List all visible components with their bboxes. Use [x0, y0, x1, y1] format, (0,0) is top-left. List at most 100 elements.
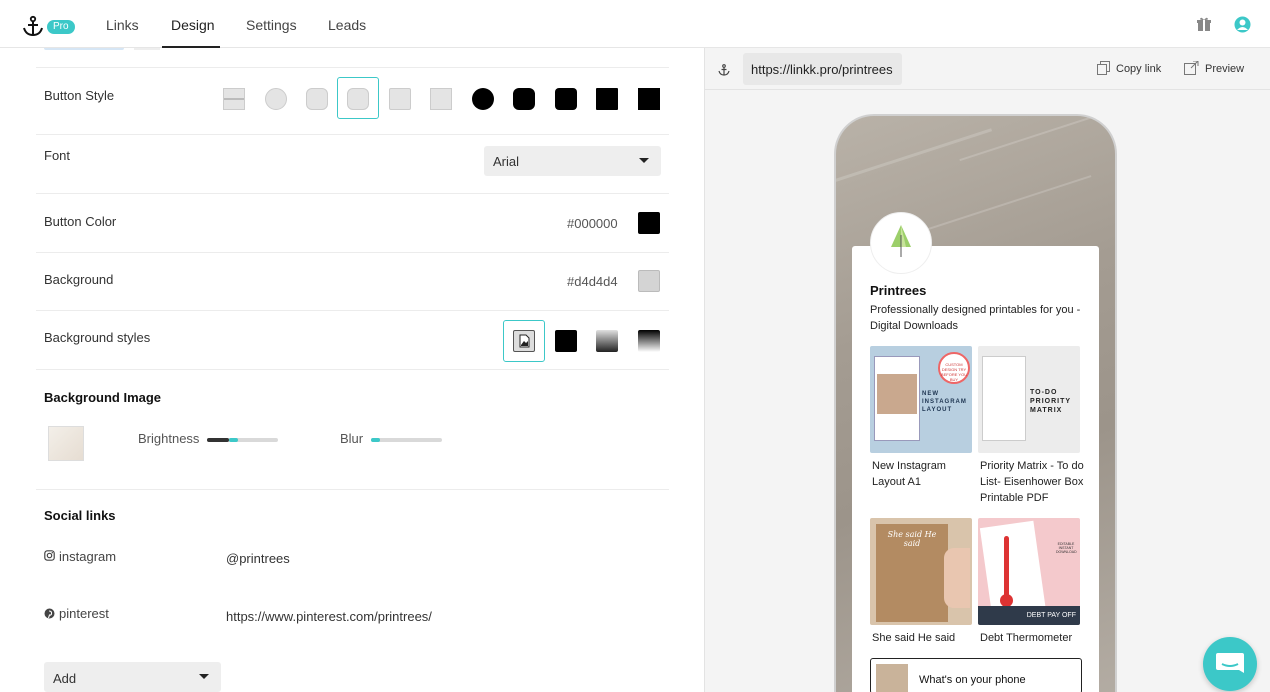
scrolled-control-stub — [134, 48, 160, 50]
product-image-debt-thermometer[interactable]: EDITABLE INSTANT DOWNLOAD DEBT PAY OFF — [978, 518, 1080, 625]
tab-design[interactable]: Design — [171, 17, 215, 33]
background-style-image[interactable] — [513, 330, 535, 352]
background-color-swatch[interactable] — [638, 270, 660, 292]
divider — [36, 369, 669, 370]
preview-panel: https://linkk.pro/printrees Copy link Pr… — [704, 48, 1270, 692]
button-color-swatch[interactable] — [638, 212, 660, 234]
button-style-square-light[interactable] — [389, 88, 411, 110]
social-network-label: instagram — [59, 549, 117, 564]
brightness-slider[interactable] — [207, 438, 278, 442]
button-style-square-dark[interactable] — [596, 88, 618, 110]
link-button-whats-on-your-phone[interactable]: What's on your phone — [870, 658, 1082, 692]
tab-leads[interactable]: Leads — [328, 17, 366, 33]
button-style-square-dark-2[interactable] — [638, 88, 660, 110]
product-image-she-said[interactable]: She said He said — [870, 518, 972, 625]
thermometer-sheet — [979, 520, 1047, 620]
instagram-handle-field[interactable]: @printrees — [226, 551, 290, 566]
pinterest-url-field[interactable]: https://www.pinterest.com/printrees/ — [226, 609, 432, 624]
external-link-icon — [1184, 61, 1199, 75]
background-image-title: Background Image — [44, 390, 162, 405]
product-badge: EDITABLE INSTANT DOWNLOAD — [1056, 542, 1077, 554]
scrolled-control-stub — [44, 48, 124, 50]
profile-avatar — [870, 212, 932, 274]
profile-name: Printrees — [870, 283, 927, 298]
copy-link-button[interactable]: Copy link — [1116, 63, 1161, 75]
button-style-rounded-light-selected[interactable] — [347, 88, 369, 110]
tree-logo-icon — [891, 225, 911, 257]
button-color-hex[interactable]: #000000 — [567, 216, 618, 231]
product-title[interactable]: She said He said — [872, 630, 976, 646]
product-image-instagram-layout[interactable]: CUSTOM DESIGN TRY BEFORE YOU BUY NEW INS… — [870, 346, 972, 453]
preview-button[interactable]: Preview — [1205, 63, 1244, 75]
instagram-icon — [44, 550, 55, 561]
background-style-gradient-light[interactable] — [596, 330, 618, 352]
anchor-logo-icon[interactable] — [22, 15, 44, 37]
profile-description: Professionally designed printables for y… — [870, 304, 1081, 332]
anchor-icon — [718, 64, 730, 76]
font-select-value: Arial — [493, 154, 520, 169]
button-style-circle-light[interactable] — [265, 88, 287, 110]
background-style-solid[interactable] — [555, 330, 577, 352]
top-nav: Pro Links Design Settings Leads — [0, 0, 1270, 48]
design-settings-panel: Button Style Font Arial Button Color #00… — [0, 48, 704, 692]
chevron-down-icon — [639, 158, 649, 163]
link-button-label: What's on your phone — [919, 674, 1026, 686]
product-image-text: DEBT PAY OFF — [978, 606, 1080, 625]
button-style-circle-dark[interactable] — [472, 88, 494, 110]
button-style-rounded-light[interactable] — [306, 88, 328, 110]
blur-handle[interactable] — [371, 438, 381, 442]
divider — [36, 134, 669, 135]
button-style-label: Button Style — [44, 88, 115, 103]
link-thumbnail — [876, 664, 908, 692]
chevron-down-icon — [199, 674, 209, 679]
tab-links[interactable]: Links — [106, 17, 139, 33]
chat-widget-button[interactable] — [1203, 637, 1257, 691]
font-label: Font — [44, 148, 71, 163]
account-avatar-icon[interactable] — [1234, 16, 1251, 33]
product-image-priority-matrix[interactable]: TO-DO PRIORITY MATRIX — [978, 346, 1080, 453]
divider — [36, 67, 669, 68]
hand-shape — [944, 548, 970, 608]
copy-icon — [1097, 61, 1110, 75]
product-image-text: She said He said — [887, 530, 937, 548]
divider — [36, 193, 669, 194]
blur-label: Blur — [340, 431, 364, 446]
brightness-label: Brightness — [138, 431, 200, 446]
wood-grain — [959, 116, 1103, 162]
font-select[interactable]: Arial — [484, 146, 661, 176]
thermometer-bar — [1004, 536, 1009, 600]
product-title[interactable]: Priority Matrix - To do List- Eisenhower… — [980, 458, 1084, 506]
background-label: Background — [44, 272, 114, 287]
divider — [36, 252, 669, 253]
phone-preview: Printrees Professionally designed printa… — [834, 114, 1117, 692]
button-style-lined[interactable] — [223, 88, 245, 110]
product-image-text: TO-DO PRIORITY MATRIX — [1030, 389, 1071, 414]
divider — [36, 310, 669, 311]
pro-badge: Pro — [47, 20, 75, 34]
background-hex[interactable]: #d4d4d4 — [567, 274, 618, 289]
tab-settings[interactable]: Settings — [246, 17, 297, 33]
button-style-rounded-dark-2[interactable] — [555, 88, 577, 110]
worksheet-page — [982, 356, 1026, 441]
social-links-title: Social links — [44, 508, 116, 523]
product-badge: CUSTOM DESIGN TRY BEFORE YOU BUY — [938, 352, 970, 384]
brightness-fill — [207, 438, 230, 442]
background-image-thumbnail[interactable] — [48, 426, 84, 461]
product-title[interactable]: Debt Thermometer — [980, 630, 1084, 646]
divider — [36, 489, 669, 490]
brightness-handle[interactable] — [229, 438, 239, 442]
profile-url[interactable]: https://linkk.pro/printrees — [743, 53, 902, 85]
button-style-rounded-dark[interactable] — [513, 88, 535, 110]
gift-icon[interactable] — [1196, 16, 1212, 32]
chat-bubble-icon — [1216, 653, 1244, 673]
product-image-text: NEW INSTAGRAM LAYOUT — [922, 391, 967, 413]
preview-header: https://linkk.pro/printrees Copy link Pr… — [705, 48, 1270, 90]
product-title[interactable]: New Instagram Layout A1 — [872, 458, 976, 490]
pinterest-icon — [44, 608, 55, 619]
button-style-square-light-2[interactable] — [430, 88, 452, 110]
photo-placeholder — [877, 374, 917, 414]
blur-slider[interactable] — [371, 438, 442, 442]
add-social-select[interactable]: Add — [44, 662, 221, 692]
background-styles-label: Background styles — [44, 330, 151, 345]
background-style-gradient-dark[interactable] — [638, 330, 660, 352]
